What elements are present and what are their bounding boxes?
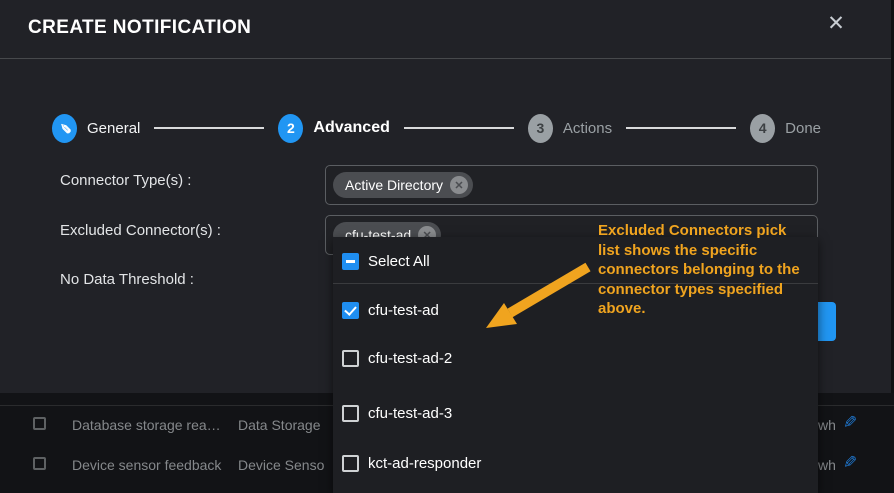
step-general-label: General bbox=[87, 120, 140, 137]
step-done[interactable]: 4 Done bbox=[750, 114, 821, 143]
modal-header: CREATE NOTIFICATION ✕ bbox=[0, 0, 891, 59]
chip-label: Active Directory bbox=[345, 177, 443, 193]
close-icon[interactable]: ✕ bbox=[823, 11, 849, 37]
checkbox-unchecked[interactable] bbox=[342, 350, 359, 367]
excluded-connectors-label: Excluded Connector(s) : bbox=[60, 222, 221, 239]
annotation-text: Excluded Connectors pick list shows the … bbox=[598, 221, 804, 319]
option-label: cfu-test-ad-2 bbox=[368, 350, 452, 367]
dropdown-option[interactable]: cfu-test-ad-2 bbox=[333, 346, 818, 370]
dropdown-option[interactable]: cfu-test-ad-3 bbox=[333, 401, 818, 425]
step-general[interactable]: ✎ General bbox=[52, 114, 140, 143]
option-label: cfu-test-ad-3 bbox=[368, 405, 452, 422]
select-all-label: Select All bbox=[368, 253, 430, 270]
modal-title: CREATE NOTIFICATION bbox=[28, 17, 251, 39]
annotation-arrow-icon bbox=[458, 255, 603, 340]
step-done-label: Done bbox=[785, 120, 821, 137]
step-actions-label: Actions bbox=[563, 120, 612, 137]
select-all-checkbox-indeterminate[interactable] bbox=[342, 253, 359, 270]
row-checkbox[interactable] bbox=[33, 457, 46, 470]
edit-pencil-icon[interactable]: ✎ bbox=[843, 453, 857, 473]
chip-remove-icon[interactable]: ✕ bbox=[450, 176, 468, 194]
step-advanced[interactable]: 2 Advanced bbox=[278, 114, 389, 143]
stepper-connector bbox=[404, 127, 514, 129]
notification-name: Device sensor feedback bbox=[72, 457, 221, 473]
connector-types-input[interactable]: Active Directory ✕ bbox=[325, 165, 818, 205]
chip-active-directory: Active Directory ✕ bbox=[333, 172, 473, 198]
checkbox-checked[interactable] bbox=[342, 302, 359, 319]
pencil-icon: ✎ bbox=[56, 122, 73, 134]
checkbox-unchecked[interactable] bbox=[342, 405, 359, 422]
connector-types-label: Connector Type(s) : bbox=[60, 172, 191, 189]
step-general-circle: ✎ bbox=[52, 114, 77, 143]
notification-type: Device Senso bbox=[238, 457, 324, 473]
notification-type: Data Storage bbox=[238, 417, 321, 433]
stepper-connector bbox=[626, 127, 736, 129]
truncated-cell-text: wh bbox=[818, 457, 836, 473]
truncated-cell-text: wh bbox=[818, 417, 836, 433]
dropdown-option[interactable]: kct-ad-responder bbox=[333, 451, 818, 475]
no-data-threshold-label: No Data Threshold : bbox=[60, 271, 194, 288]
notification-name: Database storage rea… bbox=[72, 417, 221, 433]
step-advanced-label: Advanced bbox=[313, 119, 389, 137]
step-advanced-circle: 2 bbox=[278, 114, 303, 143]
stepper-connector bbox=[154, 127, 264, 129]
option-label: kct-ad-responder bbox=[368, 455, 481, 472]
step-done-circle: 4 bbox=[750, 114, 775, 143]
checkbox-unchecked[interactable] bbox=[342, 455, 359, 472]
wizard-stepper: ✎ General 2 Advanced 3 Actions 4 Done bbox=[52, 104, 821, 152]
edit-pencil-icon[interactable]: ✎ bbox=[843, 413, 857, 433]
option-label: cfu-test-ad bbox=[368, 302, 439, 319]
screen: Database storage rea… Data Storage wh ✎ … bbox=[0, 0, 894, 493]
step-actions-circle: 3 bbox=[528, 114, 553, 143]
step-actions[interactable]: 3 Actions bbox=[528, 114, 612, 143]
row-checkbox[interactable] bbox=[33, 417, 46, 430]
